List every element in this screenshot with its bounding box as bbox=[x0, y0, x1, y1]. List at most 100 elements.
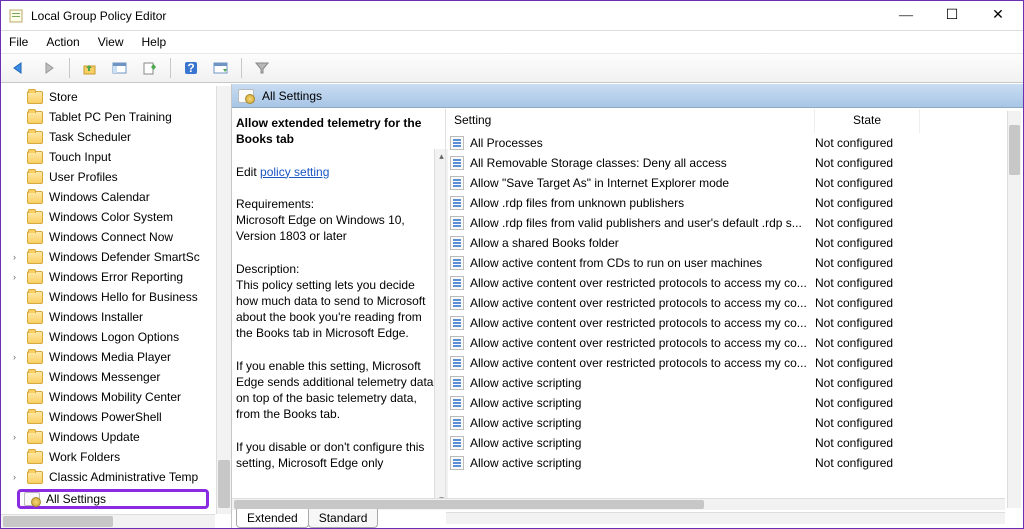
show-hide-tree-button[interactable] bbox=[108, 56, 132, 80]
list-row[interactable]: Allow active scriptingNot configured bbox=[446, 393, 1005, 413]
list-vertical-scrollbar[interactable] bbox=[1007, 111, 1021, 508]
settings-list-pane: Setting State All ProcessesNot configure… bbox=[445, 109, 1023, 510]
tree-item-label: Classic Administrative Temp bbox=[49, 470, 198, 484]
setting-state: Not configured bbox=[815, 456, 925, 470]
menu-help[interactable]: Help bbox=[140, 33, 169, 51]
tree-item[interactable]: ›Windows Update bbox=[1, 427, 215, 447]
tree-item[interactable]: ›Windows Media Player bbox=[1, 347, 215, 367]
menu-action[interactable]: Action bbox=[44, 33, 81, 51]
tree-item[interactable]: Task Scheduler bbox=[1, 127, 215, 147]
tree-item[interactable]: ›Windows Error Reporting bbox=[1, 267, 215, 287]
tree-item[interactable]: Store bbox=[1, 87, 215, 107]
folder-icon bbox=[27, 371, 43, 384]
help-button[interactable]: ? bbox=[179, 56, 203, 80]
maximize-button[interactable]: ☐ bbox=[929, 2, 975, 30]
description-label: Description: bbox=[236, 262, 299, 276]
tree-item[interactable]: Windows Messenger bbox=[1, 367, 215, 387]
setting-name: Allow active content over restricted pro… bbox=[470, 296, 815, 310]
tree-item[interactable]: Windows Installer bbox=[1, 307, 215, 327]
tree-item-label: Windows Calendar bbox=[49, 190, 150, 204]
tree-item[interactable]: User Profiles bbox=[1, 167, 215, 187]
tree-item[interactable]: Touch Input bbox=[1, 147, 215, 167]
tree-item-label: Task Scheduler bbox=[49, 130, 131, 144]
tree-item[interactable]: Windows Logon Options bbox=[1, 327, 215, 347]
export-list-button[interactable] bbox=[138, 56, 162, 80]
tree-item[interactable]: Tablet PC Pen Training bbox=[1, 107, 215, 127]
tree-item[interactable]: › Classic Administrative Temp bbox=[1, 467, 215, 487]
list-row[interactable]: Allow active content over restricted pro… bbox=[446, 333, 1005, 353]
tree-item[interactable]: Work Folders bbox=[1, 447, 215, 467]
tree-item[interactable]: ›Windows Defender SmartSc bbox=[1, 247, 215, 267]
tree-item[interactable]: Windows PowerShell bbox=[1, 407, 215, 427]
folder-icon bbox=[27, 151, 43, 164]
policy-icon bbox=[450, 336, 464, 350]
tree-horizontal-scrollbar[interactable] bbox=[1, 514, 215, 528]
detail-tabs: Extended Standard bbox=[232, 510, 1023, 528]
policy-icon bbox=[450, 396, 464, 410]
list-row[interactable]: Allow active content over restricted pro… bbox=[446, 293, 1005, 313]
list-row[interactable]: Allow active scriptingNot configured bbox=[446, 453, 1005, 473]
setting-state: Not configured bbox=[815, 176, 925, 190]
list-row[interactable]: All ProcessesNot configured bbox=[446, 133, 1005, 153]
column-setting[interactable]: Setting bbox=[446, 109, 815, 133]
menu-bar: File Action View Help bbox=[1, 31, 1023, 53]
list-row[interactable]: Allow .rdp files from unknown publishers… bbox=[446, 193, 1005, 213]
list-row[interactable]: Allow "Save Target As" in Internet Explo… bbox=[446, 173, 1005, 193]
tab-standard[interactable]: Standard bbox=[308, 509, 379, 528]
up-one-level-button[interactable] bbox=[78, 56, 102, 80]
policy-icon bbox=[450, 316, 464, 330]
list-row[interactable]: Allow .rdp files from valid publishers a… bbox=[446, 213, 1005, 233]
tab-extended[interactable]: Extended bbox=[236, 509, 309, 528]
list-row[interactable]: Allow a shared Books folderNot configure… bbox=[446, 233, 1005, 253]
policy-icon bbox=[450, 276, 464, 290]
setting-state: Not configured bbox=[815, 236, 925, 250]
list-row[interactable]: Allow active content over restricted pro… bbox=[446, 273, 1005, 293]
column-state[interactable]: State bbox=[815, 109, 920, 133]
setting-name: Allow "Save Target As" in Internet Explo… bbox=[470, 176, 815, 190]
setting-state: Not configured bbox=[815, 256, 925, 270]
list-row[interactable]: Allow active content over restricted pro… bbox=[446, 353, 1005, 373]
back-button[interactable] bbox=[7, 56, 31, 80]
tree-item-label: Windows Installer bbox=[49, 310, 143, 324]
folder-icon bbox=[27, 211, 43, 224]
tree-item-label: Windows Update bbox=[49, 430, 140, 444]
setting-state: Not configured bbox=[815, 436, 925, 450]
folder-icon bbox=[27, 91, 43, 104]
tree-item-label: Windows Hello for Business bbox=[49, 290, 198, 304]
list-row[interactable]: All Removable Storage classes: Deny all … bbox=[446, 153, 1005, 173]
folder-icon bbox=[27, 331, 43, 344]
tree-item-label: User Profiles bbox=[49, 170, 118, 184]
tree-item-label: Windows Connect Now bbox=[49, 230, 173, 244]
expand-icon: › bbox=[13, 472, 27, 482]
tree-vertical-scrollbar[interactable] bbox=[216, 86, 231, 514]
tree-item[interactable]: Windows Hello for Business bbox=[1, 287, 215, 307]
tree-item[interactable]: Windows Color System bbox=[1, 207, 215, 227]
close-button[interactable]: ✕ bbox=[975, 2, 1021, 30]
policy-icon bbox=[450, 236, 464, 250]
forward-button[interactable] bbox=[37, 56, 61, 80]
tree-item-label: Work Folders bbox=[49, 450, 120, 464]
list-row[interactable]: Allow active content over restricted pro… bbox=[446, 313, 1005, 333]
filter-button[interactable] bbox=[250, 56, 274, 80]
expand-icon: › bbox=[13, 272, 27, 282]
list-row[interactable]: Allow active content from CDs to run on … bbox=[446, 253, 1005, 273]
setting-name: Allow active scripting bbox=[470, 436, 815, 450]
edit-policy-link[interactable]: policy setting bbox=[260, 165, 329, 179]
list-row[interactable]: Allow active scriptingNot configured bbox=[446, 413, 1005, 433]
tree-item[interactable]: Windows Calendar bbox=[1, 187, 215, 207]
minimize-button[interactable]: — bbox=[883, 2, 929, 30]
folder-icon bbox=[27, 111, 43, 124]
list-row[interactable]: Allow active scriptingNot configured bbox=[446, 433, 1005, 453]
tree-item[interactable]: Windows Mobility Center bbox=[1, 387, 215, 407]
tree-item[interactable]: Windows Connect Now bbox=[1, 227, 215, 247]
setting-name: Allow active content from CDs to run on … bbox=[470, 256, 815, 270]
list-row[interactable]: Allow active scriptingNot configured bbox=[446, 373, 1005, 393]
setting-name: Allow active scripting bbox=[470, 396, 815, 410]
tree-item-all-settings[interactable]: All Settings bbox=[17, 489, 209, 509]
folder-icon bbox=[27, 231, 43, 244]
setting-name: Allow a shared Books folder bbox=[470, 236, 815, 250]
menu-view[interactable]: View bbox=[96, 33, 126, 51]
options-button[interactable] bbox=[209, 56, 233, 80]
description-text-3: If you disable or don't configure this s… bbox=[236, 440, 424, 470]
menu-file[interactable]: File bbox=[7, 33, 30, 51]
